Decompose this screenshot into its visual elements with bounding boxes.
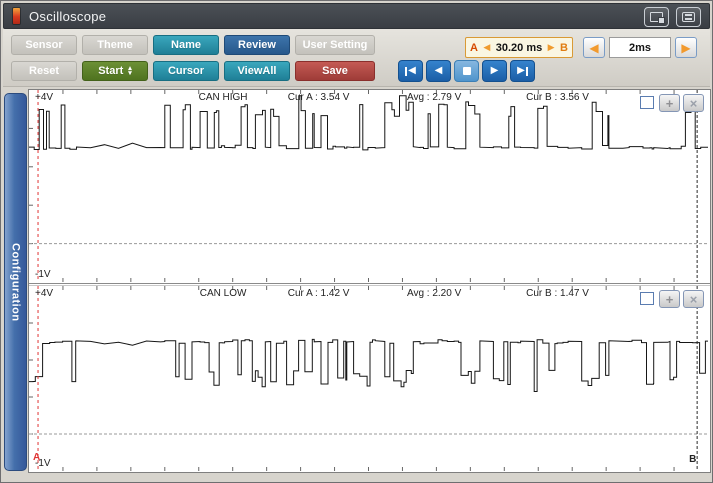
play-button[interactable]: ▶ <box>482 60 507 82</box>
play-icon: ▶ <box>491 66 499 76</box>
ab-time-value: 30.20 ms <box>496 42 542 54</box>
cursor-a-label: A <box>470 42 478 54</box>
oscilloscope-window: Oscilloscope Sensor Theme Name Review Us… <box>0 0 713 483</box>
cursor-ab-readout: A ◀ 30.20 ms ▶ B <box>465 37 573 58</box>
stop-icon <box>463 67 471 75</box>
cursor-b-marker-label[interactable]: B <box>689 454 696 465</box>
timebase-value-field[interactable]: 2ms <box>609 37 671 58</box>
start-button[interactable]: Start ▴▾ <box>82 61 148 81</box>
channel-panel-can-high: +4V CAN HIGH Cur A : 3.54 V Avg : 2.79 V… <box>29 90 710 284</box>
timebase-increase-button[interactable]: ▶ <box>675 37 697 58</box>
reset-button[interactable]: Reset <box>11 61 77 81</box>
stop-button[interactable] <box>454 60 479 82</box>
cursor-b-value: Cur B : 3.56 V <box>526 92 589 103</box>
channel-close-button[interactable]: × <box>683 94 704 112</box>
average-value: Avg : 2.79 V <box>407 92 461 103</box>
skip-end-button[interactable]: ▶ <box>510 60 535 82</box>
detach-window-button[interactable] <box>644 7 669 27</box>
cursor-a-value: Cur A : 1.42 V <box>288 288 350 299</box>
sensor-button[interactable]: Sensor <box>11 35 77 55</box>
theme-button[interactable]: Theme <box>82 35 148 55</box>
skip-end-icon: ▶ <box>517 66 528 76</box>
channel-zoom-button[interactable]: + <box>659 290 680 308</box>
viewall-button[interactable]: ViewAll <box>224 61 290 81</box>
user-setting-button[interactable]: User Setting <box>295 35 375 55</box>
toolbar: Sensor Theme Name Review User Setting Re… <box>3 29 710 87</box>
timebase-control: ◀ 2ms ▶ <box>583 37 697 58</box>
configuration-tab[interactable]: Configuration <box>4 93 27 471</box>
average-value: Avg : 2.20 V <box>407 288 461 299</box>
save-button[interactable]: Save <box>295 61 375 81</box>
goto-cursor-a-button[interactable]: ◀ <box>483 42 490 53</box>
title-bar: Oscilloscope <box>3 3 710 29</box>
timebase-decrease-button[interactable]: ◀ <box>583 37 605 58</box>
skip-start-icon: ◀ <box>405 66 416 76</box>
cursor-button[interactable]: Cursor <box>153 61 219 81</box>
review-button[interactable]: Review <box>224 35 290 55</box>
step-back-icon: ◀ <box>435 66 443 76</box>
start-spinner-icon: ▴▾ <box>128 66 132 76</box>
cursor-a-marker-label[interactable]: A <box>33 452 40 463</box>
channel-title: CAN HIGH <box>199 92 248 103</box>
channel-zoom-button[interactable]: + <box>659 94 680 112</box>
detach-window-icon <box>650 12 663 22</box>
channel-select-checkbox[interactable] <box>640 96 654 109</box>
app-logo-icon <box>13 8 20 24</box>
cursor-a-value: Cur A : 3.54 V <box>288 92 350 103</box>
channel-close-button[interactable]: × <box>683 290 704 308</box>
goto-cursor-b-button[interactable]: ▶ <box>548 42 555 53</box>
configuration-tab-label: Configuration <box>10 243 22 322</box>
workspace: Configuration +4V CAN HIGH Cur A : 3.54 … <box>3 87 710 481</box>
waveform-area: +4V CAN HIGH Cur A : 3.54 V Avg : 2.79 V… <box>28 89 711 473</box>
name-button[interactable]: Name <box>153 35 219 55</box>
step-back-button[interactable]: ◀ <box>426 60 451 82</box>
cursor-b-label: B <box>560 42 568 54</box>
channel-panel-can-low: +4V CAN LOW Cur A : 1.42 V Avg : 2.20 V … <box>29 285 710 472</box>
channel-title: CAN LOW <box>200 288 247 299</box>
window-list-button[interactable] <box>676 7 701 27</box>
channel-select-checkbox[interactable] <box>640 292 654 305</box>
transport-controls: ◀ ◀ ▶ ▶ <box>398 60 535 82</box>
window-title: Oscilloscope <box>29 9 106 24</box>
cursor-b-value: Cur B : 1.47 V <box>526 288 589 299</box>
can-low-waveform <box>29 286 708 471</box>
window-list-icon <box>682 12 695 22</box>
can-high-waveform <box>29 90 708 282</box>
skip-start-button[interactable]: ◀ <box>398 60 423 82</box>
bottom-voltage-label: -1V <box>35 269 51 280</box>
top-voltage-label: +4V <box>35 288 53 299</box>
top-voltage-label: +4V <box>35 92 53 103</box>
